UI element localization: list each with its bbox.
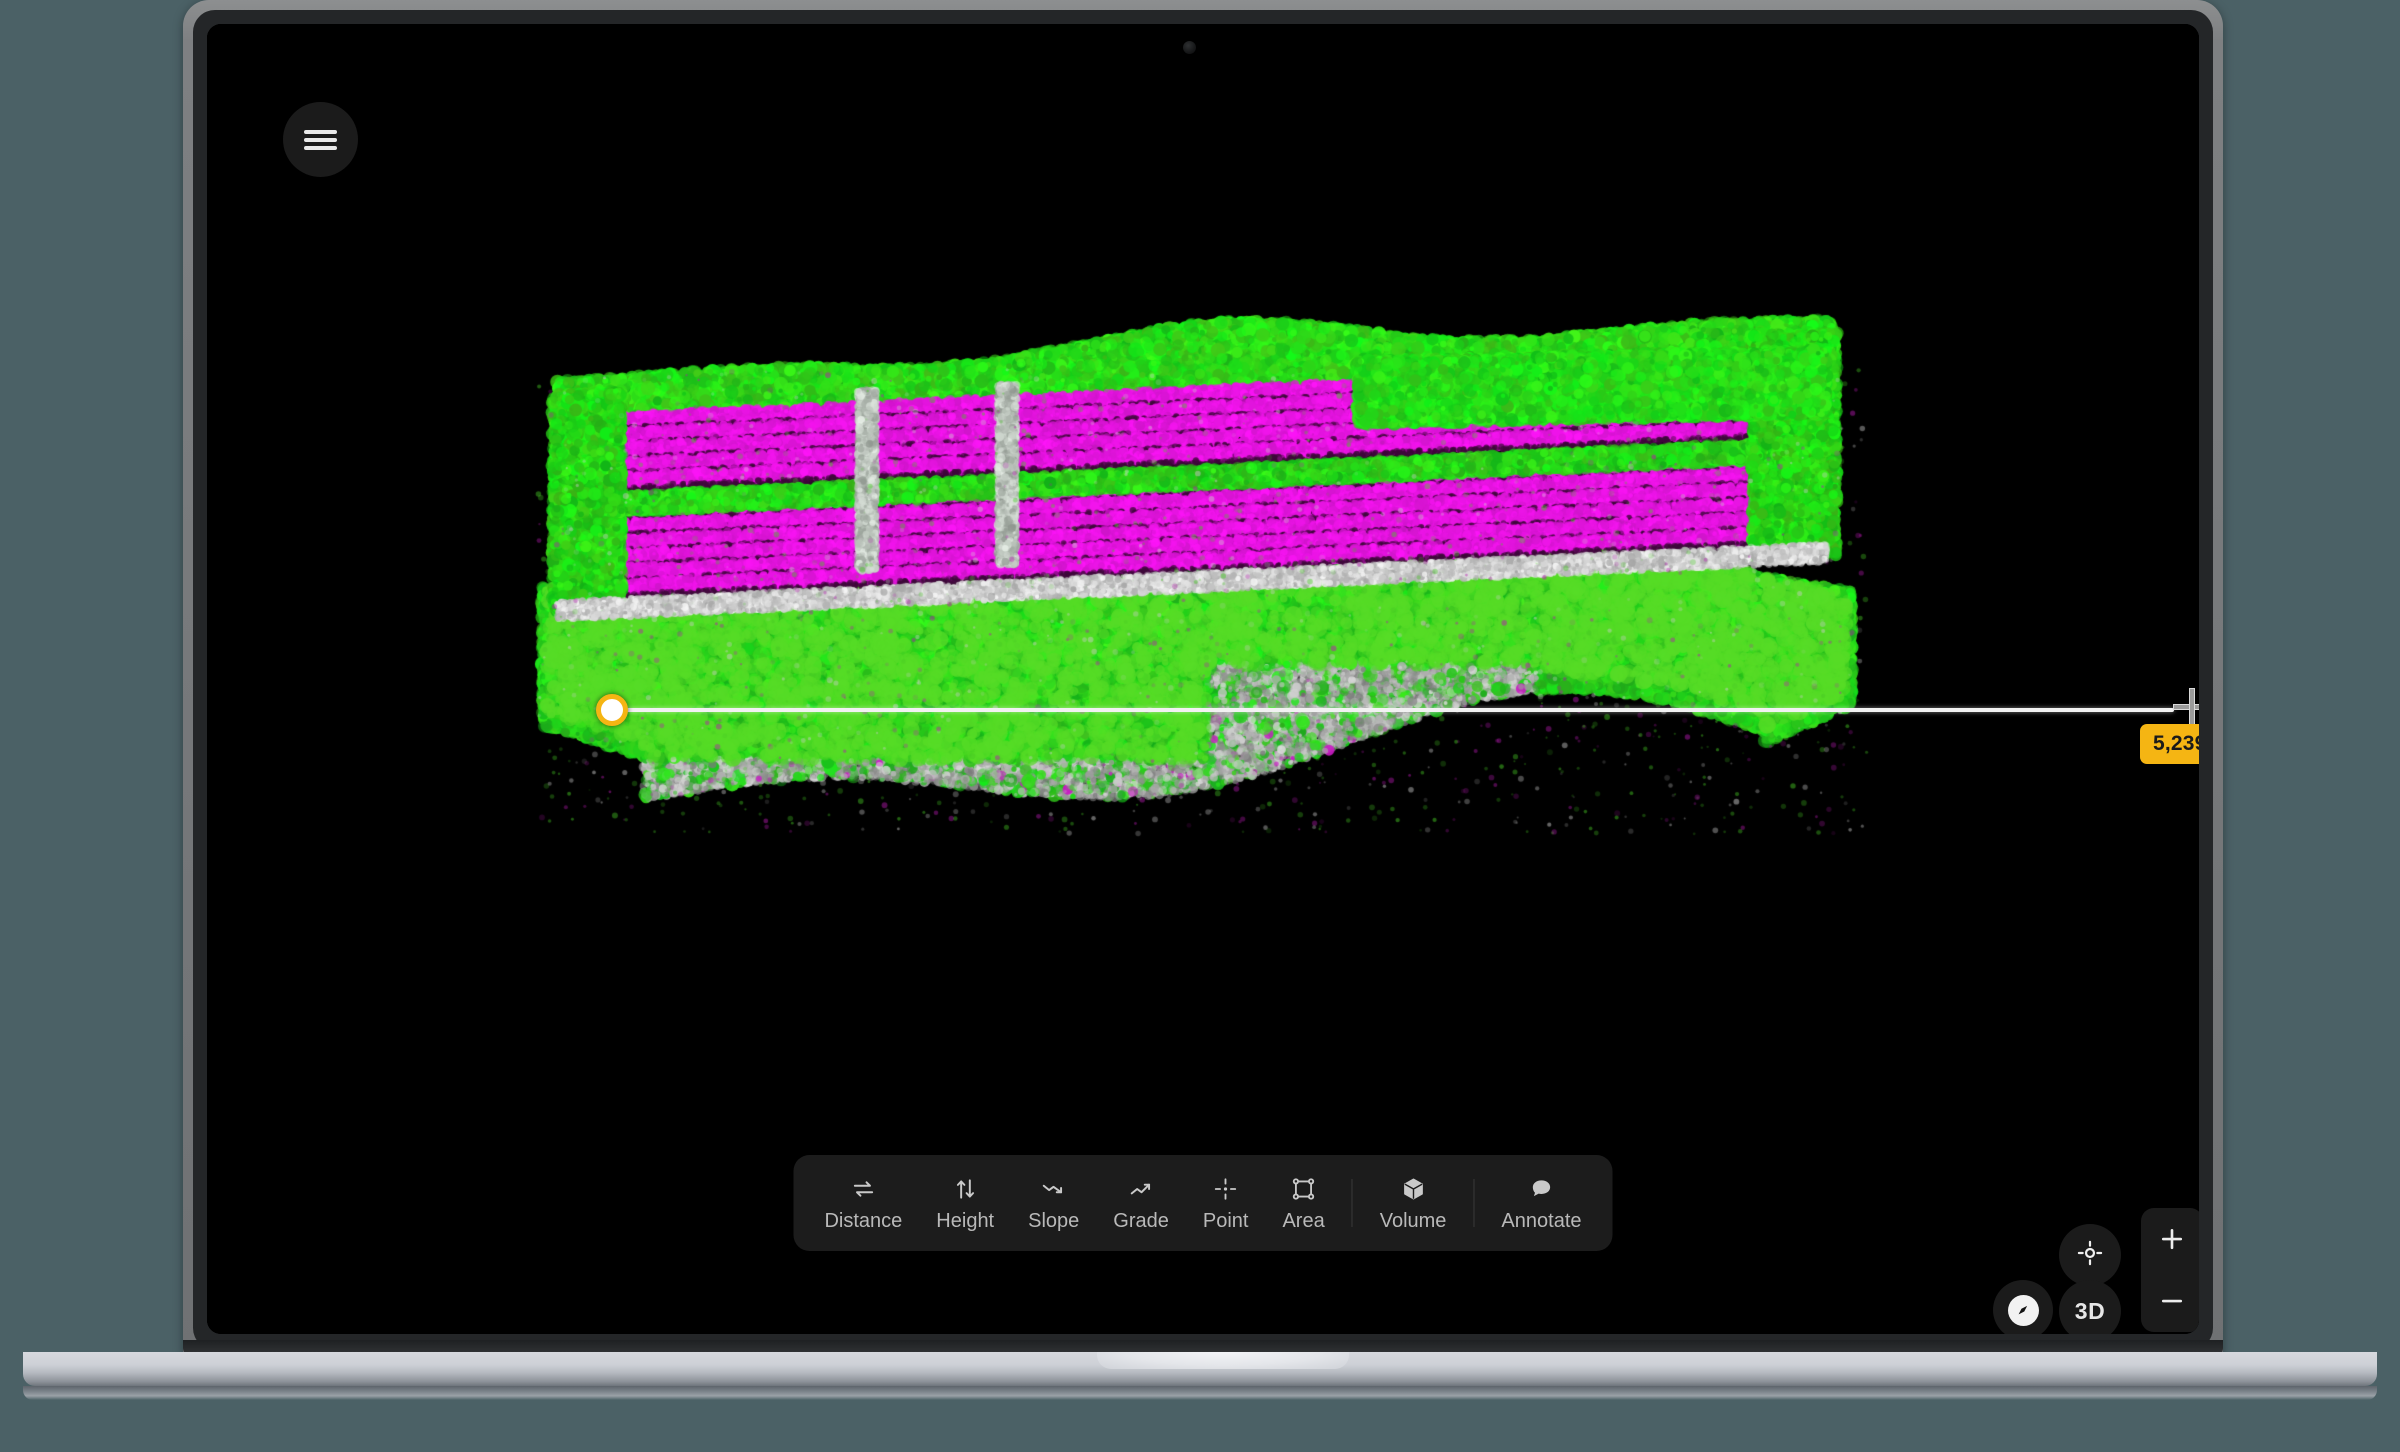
measurement-toolbar: Distance Height Slope Grade Point Area V… [793, 1155, 1613, 1251]
locate-target-icon [2076, 1239, 2104, 1272]
locate-button[interactable] [2059, 1224, 2121, 1286]
webcam-icon [1183, 41, 1196, 54]
toolbar-divider [1351, 1179, 1353, 1227]
laptop-base [0, 1352, 2400, 1412]
menu-button[interactable] [283, 102, 358, 177]
hamburger-icon [304, 126, 337, 154]
slope-down-arrow-icon [1041, 1176, 1067, 1202]
tool-label: Slope [1028, 1209, 1080, 1232]
laptop-deck [23, 1352, 2377, 1386]
laptop-base-shadow [23, 1386, 2377, 1400]
tool-area[interactable]: Area [1265, 1176, 1341, 1231]
point-cloud-viewport[interactable]: 5,239.96 m Distance [207, 24, 2199, 1334]
measurement-start-vertex[interactable] [596, 694, 628, 726]
zoom-out-button[interactable] [2141, 1270, 2199, 1332]
tool-label: Distance [824, 1209, 903, 1232]
crosshair-cursor-icon [2173, 688, 2199, 726]
screen-bezel: 5,239.96 m Distance [193, 10, 2213, 1350]
tool-label: Area [1282, 1209, 1325, 1232]
annotate-speech-bubble-icon [1528, 1176, 1554, 1202]
tool-label: Annotate [1501, 1209, 1582, 1232]
laptop-lid: 5,239.96 m Distance [183, 0, 2223, 1360]
tool-distance[interactable]: Distance [807, 1176, 919, 1231]
measurement-line [611, 708, 2174, 712]
point-crosshair-icon [1213, 1176, 1239, 1202]
tool-label: Height [936, 1209, 995, 1232]
grade-up-arrow-icon [1128, 1176, 1154, 1202]
area-polygon-icon [1291, 1176, 1317, 1202]
view-3d-button[interactable]: 3D [2059, 1280, 2121, 1334]
tool-label: Grade [1113, 1209, 1169, 1232]
tool-label: Volume [1379, 1209, 1447, 1232]
laptop-deck-notch [1097, 1352, 1349, 1369]
tool-label: Point [1202, 1209, 1249, 1232]
screen: 5,239.96 m Distance [207, 24, 2199, 1334]
tool-slope[interactable]: Slope [1011, 1176, 1096, 1231]
tool-grade[interactable]: Grade [1096, 1176, 1186, 1231]
volume-cube-icon [1400, 1176, 1426, 1202]
distance-arrows-icon [850, 1176, 876, 1202]
laptop-device: 5,239.96 m Distance [183, 0, 2223, 1360]
height-arrows-icon [952, 1176, 978, 1202]
tool-annotate[interactable]: Annotate [1484, 1176, 1598, 1231]
compass-button[interactable] [1993, 1280, 2053, 1334]
zoom-in-button[interactable] [2141, 1208, 2199, 1270]
measurement-distance-label: 5,239.96 m [2140, 724, 2199, 764]
zoom-controls [2141, 1208, 2199, 1332]
scene: 5,239.96 m Distance [0, 0, 2400, 1452]
tool-height[interactable]: Height [919, 1176, 1011, 1231]
point-cloud-canvas[interactable] [207, 24, 2199, 1334]
tool-point[interactable]: Point [1186, 1176, 1266, 1231]
view-3d-label: 3D [2074, 1297, 2106, 1324]
compass-icon [2007, 1294, 2039, 1326]
tool-volume[interactable]: Volume [1363, 1176, 1464, 1231]
toolbar-divider [1473, 1179, 1475, 1227]
